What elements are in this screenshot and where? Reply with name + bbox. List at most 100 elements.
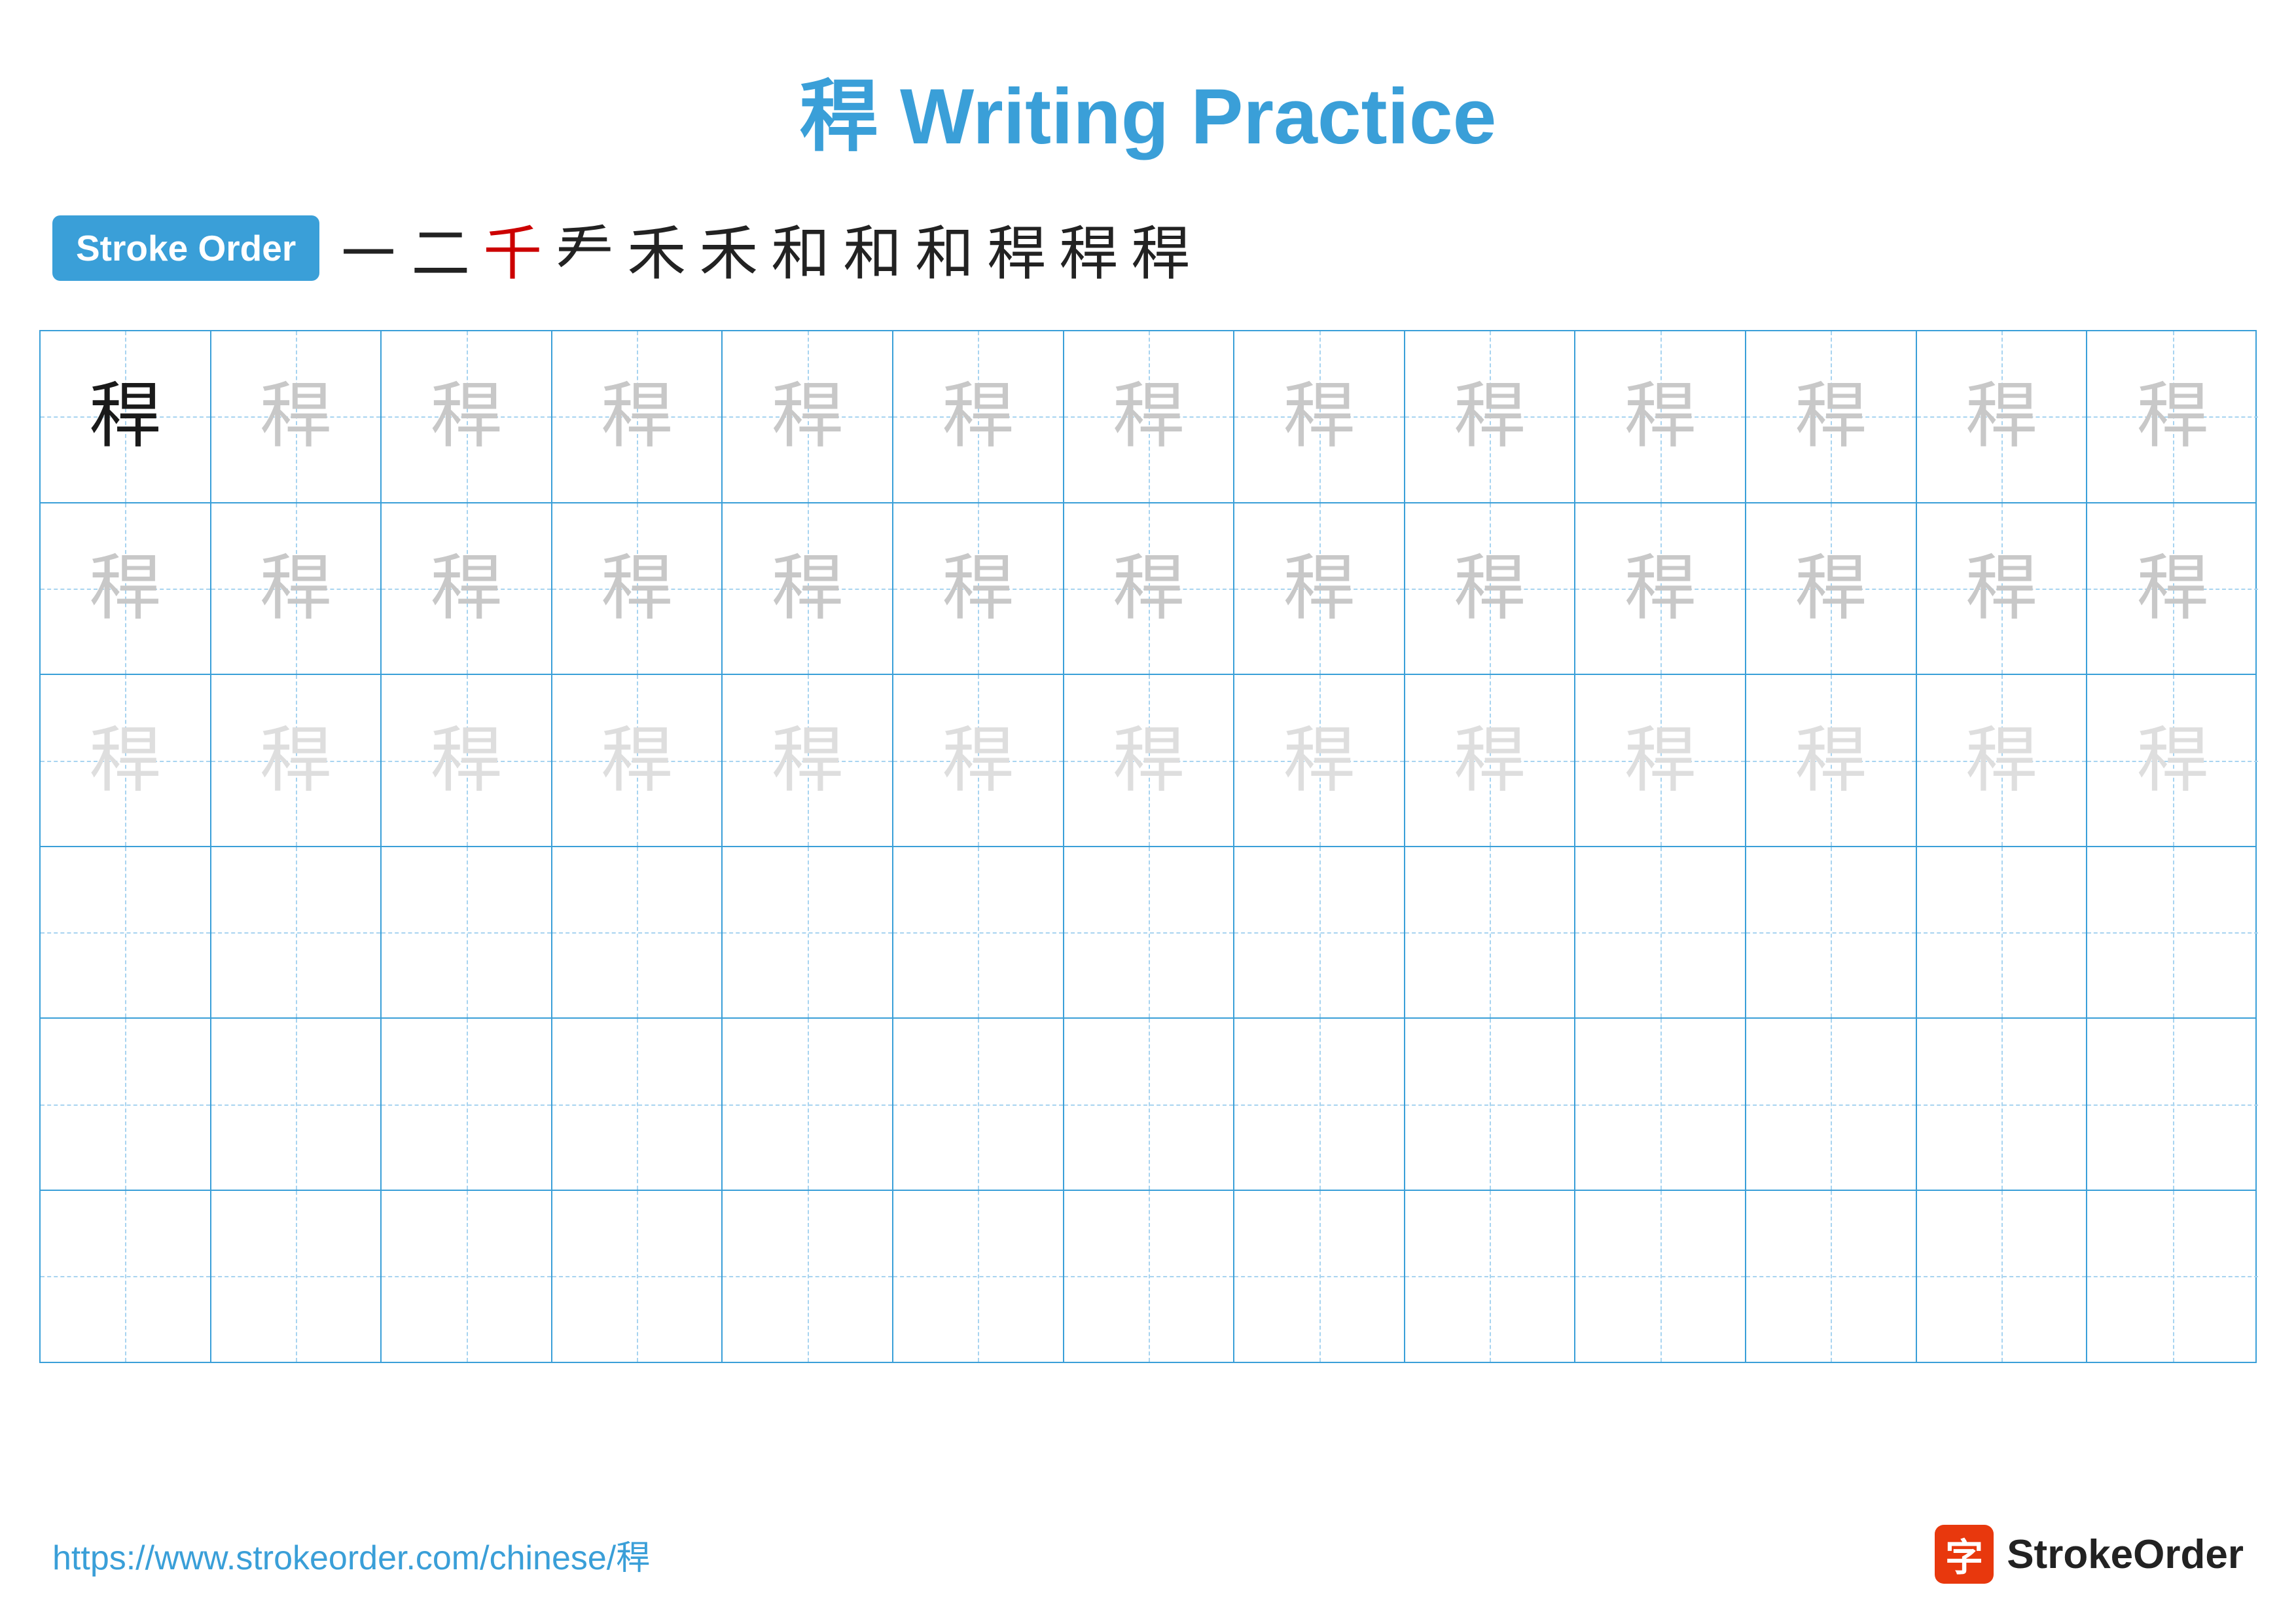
stroke-step-7: 和 <box>843 206 902 291</box>
grid-cell-1-3[interactable]: 稈 <box>552 503 723 674</box>
grid-cell-4-5[interactable] <box>893 1019 1064 1190</box>
grid-cell-4-8[interactable] <box>1405 1019 1576 1190</box>
grid-cell-0-12[interactable]: 稈 <box>2087 331 2258 502</box>
grid-cell-2-8[interactable]: 稈 <box>1405 675 1576 846</box>
grid-cell-0-5[interactable]: 稈 <box>893 331 1064 502</box>
grid-cell-2-9[interactable]: 稈 <box>1575 675 1746 846</box>
grid-cell-3-5[interactable] <box>893 847 1064 1018</box>
grid-cell-0-1[interactable]: 稈 <box>211 331 382 502</box>
grid-cell-0-11[interactable]: 稈 <box>1917 331 2088 502</box>
page-title: 稈 Writing Practice <box>0 0 2296 192</box>
grid-cell-0-4[interactable]: 稈 <box>723 331 893 502</box>
grid-cell-2-4[interactable]: 稈 <box>723 675 893 846</box>
grid-cell-3-8[interactable] <box>1405 847 1576 1018</box>
grid-cell-5-0[interactable] <box>41 1191 211 1362</box>
stroke-step-9: 稈 <box>987 206 1046 291</box>
grid-cell-3-12[interactable] <box>2087 847 2258 1018</box>
grid-cell-4-0[interactable] <box>41 1019 211 1190</box>
grid-cell-4-6[interactable] <box>1064 1019 1235 1190</box>
grid-cell-4-10[interactable] <box>1746 1019 1917 1190</box>
grid-cell-0-7[interactable]: 稈 <box>1234 331 1405 502</box>
char-guide-1-6: 稈 <box>1113 553 1185 625</box>
grid-cell-4-11[interactable] <box>1917 1019 2088 1190</box>
grid-row-3[interactable] <box>41 847 2255 1019</box>
grid-cell-5-3[interactable] <box>552 1191 723 1362</box>
grid-cell-0-9[interactable]: 稈 <box>1575 331 1746 502</box>
grid-cell-3-7[interactable] <box>1234 847 1405 1018</box>
grid-cell-5-12[interactable] <box>2087 1191 2258 1362</box>
grid-cell-3-11[interactable] <box>1917 847 2088 1018</box>
grid-row-5[interactable] <box>41 1191 2255 1362</box>
grid-cell-2-2[interactable]: 稈 <box>382 675 552 846</box>
grid-cell-5-8[interactable] <box>1405 1191 1576 1362</box>
grid-cell-3-10[interactable] <box>1746 847 1917 1018</box>
grid-cell-1-8[interactable]: 稈 <box>1405 503 1576 674</box>
grid-cell-1-6[interactable]: 稈 <box>1064 503 1235 674</box>
grid-cell-2-3[interactable]: 稈 <box>552 675 723 846</box>
grid-cell-4-2[interactable] <box>382 1019 552 1190</box>
char-guide-0-4: 稈 <box>772 380 844 452</box>
grid-cell-2-10[interactable]: 稈 <box>1746 675 1917 846</box>
grid-cell-3-3[interactable] <box>552 847 723 1018</box>
char-guide-2-10: 稈 <box>1795 725 1867 797</box>
grid-cell-0-8[interactable]: 稈 <box>1405 331 1576 502</box>
char-guide-0-5: 稈 <box>942 380 1014 452</box>
char-guide-0-6: 稈 <box>1113 380 1185 452</box>
grid-cell-3-1[interactable] <box>211 847 382 1018</box>
grid-cell-5-11[interactable] <box>1917 1191 2088 1362</box>
grid-cell-5-4[interactable] <box>723 1191 893 1362</box>
grid-cell-5-2[interactable] <box>382 1191 552 1362</box>
grid-cell-0-6[interactable]: 稈 <box>1064 331 1235 502</box>
grid-row-4[interactable] <box>41 1019 2255 1191</box>
grid-cell-2-0[interactable]: 稈 <box>41 675 211 846</box>
stroke-step-10: 稈 <box>1059 206 1118 291</box>
grid-cell-2-1[interactable]: 稈 <box>211 675 382 846</box>
grid-cell-0-2[interactable]: 稈 <box>382 331 552 502</box>
grid-row-2[interactable]: 稈稈稈稈稈稈稈稈稈稈稈稈稈 <box>41 675 2255 847</box>
grid-cell-2-7[interactable]: 稈 <box>1234 675 1405 846</box>
grid-cell-1-12[interactable]: 稈 <box>2087 503 2258 674</box>
grid-cell-4-1[interactable] <box>211 1019 382 1190</box>
grid-cell-5-7[interactable] <box>1234 1191 1405 1362</box>
grid-cell-4-7[interactable] <box>1234 1019 1405 1190</box>
grid-cell-1-11[interactable]: 稈 <box>1917 503 2088 674</box>
grid-cell-3-2[interactable] <box>382 847 552 1018</box>
char-guide-1-9: 稈 <box>1624 553 1696 625</box>
grid-cell-4-4[interactable] <box>723 1019 893 1190</box>
grid-cell-2-11[interactable]: 稈 <box>1917 675 2088 846</box>
grid-cell-5-5[interactable] <box>893 1191 1064 1362</box>
grid-cell-3-0[interactable] <box>41 847 211 1018</box>
char-guide-1-10: 稈 <box>1795 553 1867 625</box>
grid-cell-5-6[interactable] <box>1064 1191 1235 1362</box>
grid-cell-3-9[interactable] <box>1575 847 1746 1018</box>
grid-cell-5-9[interactable] <box>1575 1191 1746 1362</box>
grid-cell-1-7[interactable]: 稈 <box>1234 503 1405 674</box>
grid-cell-4-3[interactable] <box>552 1019 723 1190</box>
grid-cell-1-2[interactable]: 稈 <box>382 503 552 674</box>
char-guide-1-2: 稈 <box>431 553 503 625</box>
grid-cell-3-4[interactable] <box>723 847 893 1018</box>
grid-cell-0-10[interactable]: 稈 <box>1746 331 1917 502</box>
grid-cell-2-6[interactable]: 稈 <box>1064 675 1235 846</box>
logo-icon: 字 <box>1935 1525 1994 1584</box>
grid-cell-1-9[interactable]: 稈 <box>1575 503 1746 674</box>
char-guide-2-4: 稈 <box>772 725 844 797</box>
grid-cell-2-5[interactable]: 稈 <box>893 675 1064 846</box>
char-guide-2-7: 稈 <box>1283 725 1355 797</box>
grid-cell-1-0[interactable]: 稈 <box>41 503 211 674</box>
stroke-step-5: 禾 <box>699 206 758 291</box>
grid-cell-2-12[interactable]: 稈 <box>2087 675 2258 846</box>
grid-cell-3-6[interactable] <box>1064 847 1235 1018</box>
grid-cell-0-0[interactable]: 稈 <box>41 331 211 502</box>
grid-cell-0-3[interactable]: 稈 <box>552 331 723 502</box>
grid-row-1[interactable]: 稈稈稈稈稈稈稈稈稈稈稈稈稈 <box>41 503 2255 676</box>
grid-cell-1-5[interactable]: 稈 <box>893 503 1064 674</box>
grid-cell-4-9[interactable] <box>1575 1019 1746 1190</box>
grid-cell-1-4[interactable]: 稈 <box>723 503 893 674</box>
grid-cell-5-10[interactable] <box>1746 1191 1917 1362</box>
grid-cell-4-12[interactable] <box>2087 1019 2258 1190</box>
grid-row-0[interactable]: 稈稈稈稈稈稈稈稈稈稈稈稈稈 <box>41 331 2255 503</box>
grid-cell-1-10[interactable]: 稈 <box>1746 503 1917 674</box>
grid-cell-1-1[interactable]: 稈 <box>211 503 382 674</box>
grid-cell-5-1[interactable] <box>211 1191 382 1362</box>
